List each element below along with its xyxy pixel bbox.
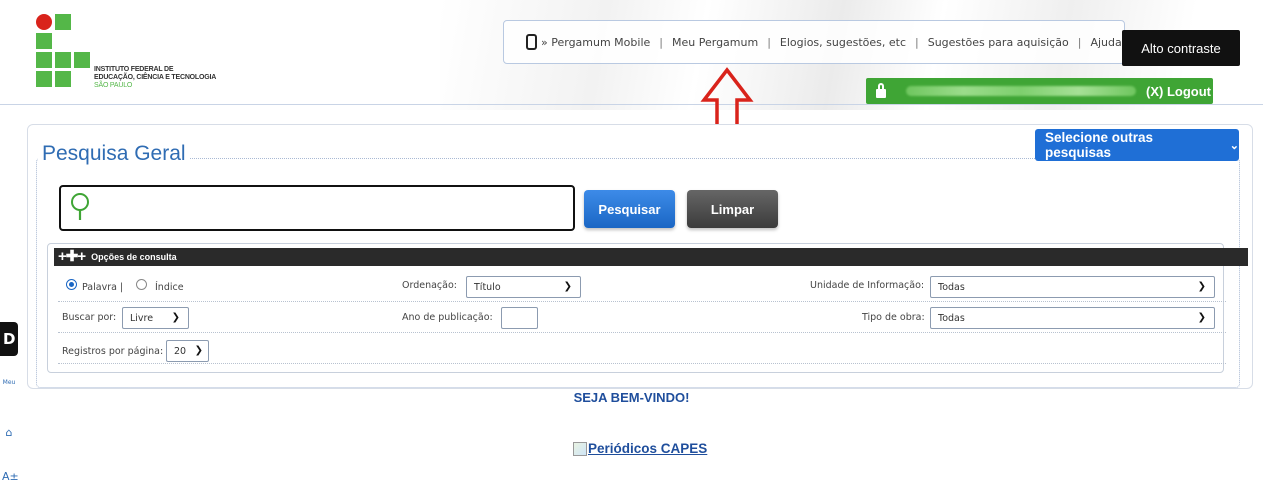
top-navigation: » Pergamum Mobile | Meu Pergamum | Elogi… <box>503 20 1125 64</box>
logout-link[interactable]: (X) Logout <box>1146 84 1211 99</box>
ifsp-logo: INSTITUTO FEDERAL DE EDUCAÇÃO, CIÊNCIA E… <box>36 14 256 96</box>
chevron-down-icon: ❯ <box>1197 312 1206 323</box>
radio-indice-label: Índice <box>155 282 184 293</box>
chevron-down-icon: ❯ <box>171 312 180 323</box>
search-input[interactable] <box>59 185 575 231</box>
lock-icon <box>876 82 886 98</box>
row-divider <box>58 301 1226 302</box>
redacted-username <box>906 86 1136 96</box>
registros-select[interactable]: 20 ❯ <box>166 340 209 362</box>
broken-image-icon <box>573 441 587 456</box>
user-logout-bar: (X) Logout <box>866 78 1213 104</box>
chevron-down-icon: ❯ <box>1197 281 1206 292</box>
options-header[interactable]: +✚+ Opções de consulta <box>54 248 1248 266</box>
meu-icon[interactable]: Meu <box>2 379 16 393</box>
nav-pergamum-mobile[interactable]: » Pergamum Mobile <box>541 36 650 49</box>
nav-elogios[interactable]: Elogios, sugestões, etc <box>780 36 906 49</box>
nav-ajuda[interactable]: Ajuda <box>1090 36 1121 49</box>
nav-meu-pergamum[interactable]: Meu Pergamum <box>672 36 758 49</box>
tipo-select[interactable]: Todas ❯ <box>930 307 1215 329</box>
home-icon[interactable]: ⌂ <box>2 426 16 440</box>
radio-indice[interactable] <box>136 279 147 290</box>
unidade-select[interactable]: Todas ❯ <box>930 276 1215 298</box>
page-title: Pesquisa Geral <box>38 142 190 166</box>
ano-label: Ano de publicação: <box>402 312 493 323</box>
radio-palavra[interactable] <box>66 279 77 290</box>
ano-input[interactable] <box>501 307 538 329</box>
buscar-label: Buscar por: <box>62 312 117 323</box>
ordenacao-label: Ordenação: <box>402 280 457 291</box>
welcome-text: SEJA BEM-VINDO! <box>573 390 690 405</box>
text-size-icon[interactable]: A± <box>2 470 19 484</box>
nav-sugestoes-aquisicao[interactable]: Sugestões para aquisição <box>928 36 1069 49</box>
radio-palavra-label: Palavra | <box>82 282 124 293</box>
alto-contraste-button[interactable]: Alto contraste <box>1122 30 1240 66</box>
search-button[interactable]: Pesquisar <box>584 190 675 228</box>
row-divider <box>58 332 1226 333</box>
chevron-down-icon: ❯ <box>563 281 572 292</box>
row-divider <box>58 363 1226 364</box>
other-searches-dropdown[interactable]: Selecione outras pesquisas ⌄ <box>1035 129 1239 161</box>
header-divider <box>0 104 1263 105</box>
ordenacao-select[interactable]: Título ❯ <box>466 276 581 298</box>
phone-icon <box>526 34 537 50</box>
buscar-select[interactable]: Livre ❯ <box>122 307 189 329</box>
plus-icon: +✚+ <box>58 248 86 265</box>
capes-link[interactable]: Periódicos CAPES <box>573 441 707 456</box>
tipo-label: Tipo de obra: <box>862 312 925 323</box>
logo-text: INSTITUTO FEDERAL DE EDUCAÇÃO, CIÊNCIA E… <box>94 66 217 89</box>
registros-label: Registros por página: <box>62 346 164 357</box>
clear-button[interactable]: Limpar <box>687 190 778 228</box>
side-accessibility-tab[interactable]: D <box>0 322 18 356</box>
search-icon <box>71 193 89 220</box>
unidade-label: Unidade de Informação: <box>810 280 925 291</box>
chevron-down-icon: ⌄ <box>1229 139 1239 152</box>
chevron-down-icon: ❯ <box>194 345 203 356</box>
